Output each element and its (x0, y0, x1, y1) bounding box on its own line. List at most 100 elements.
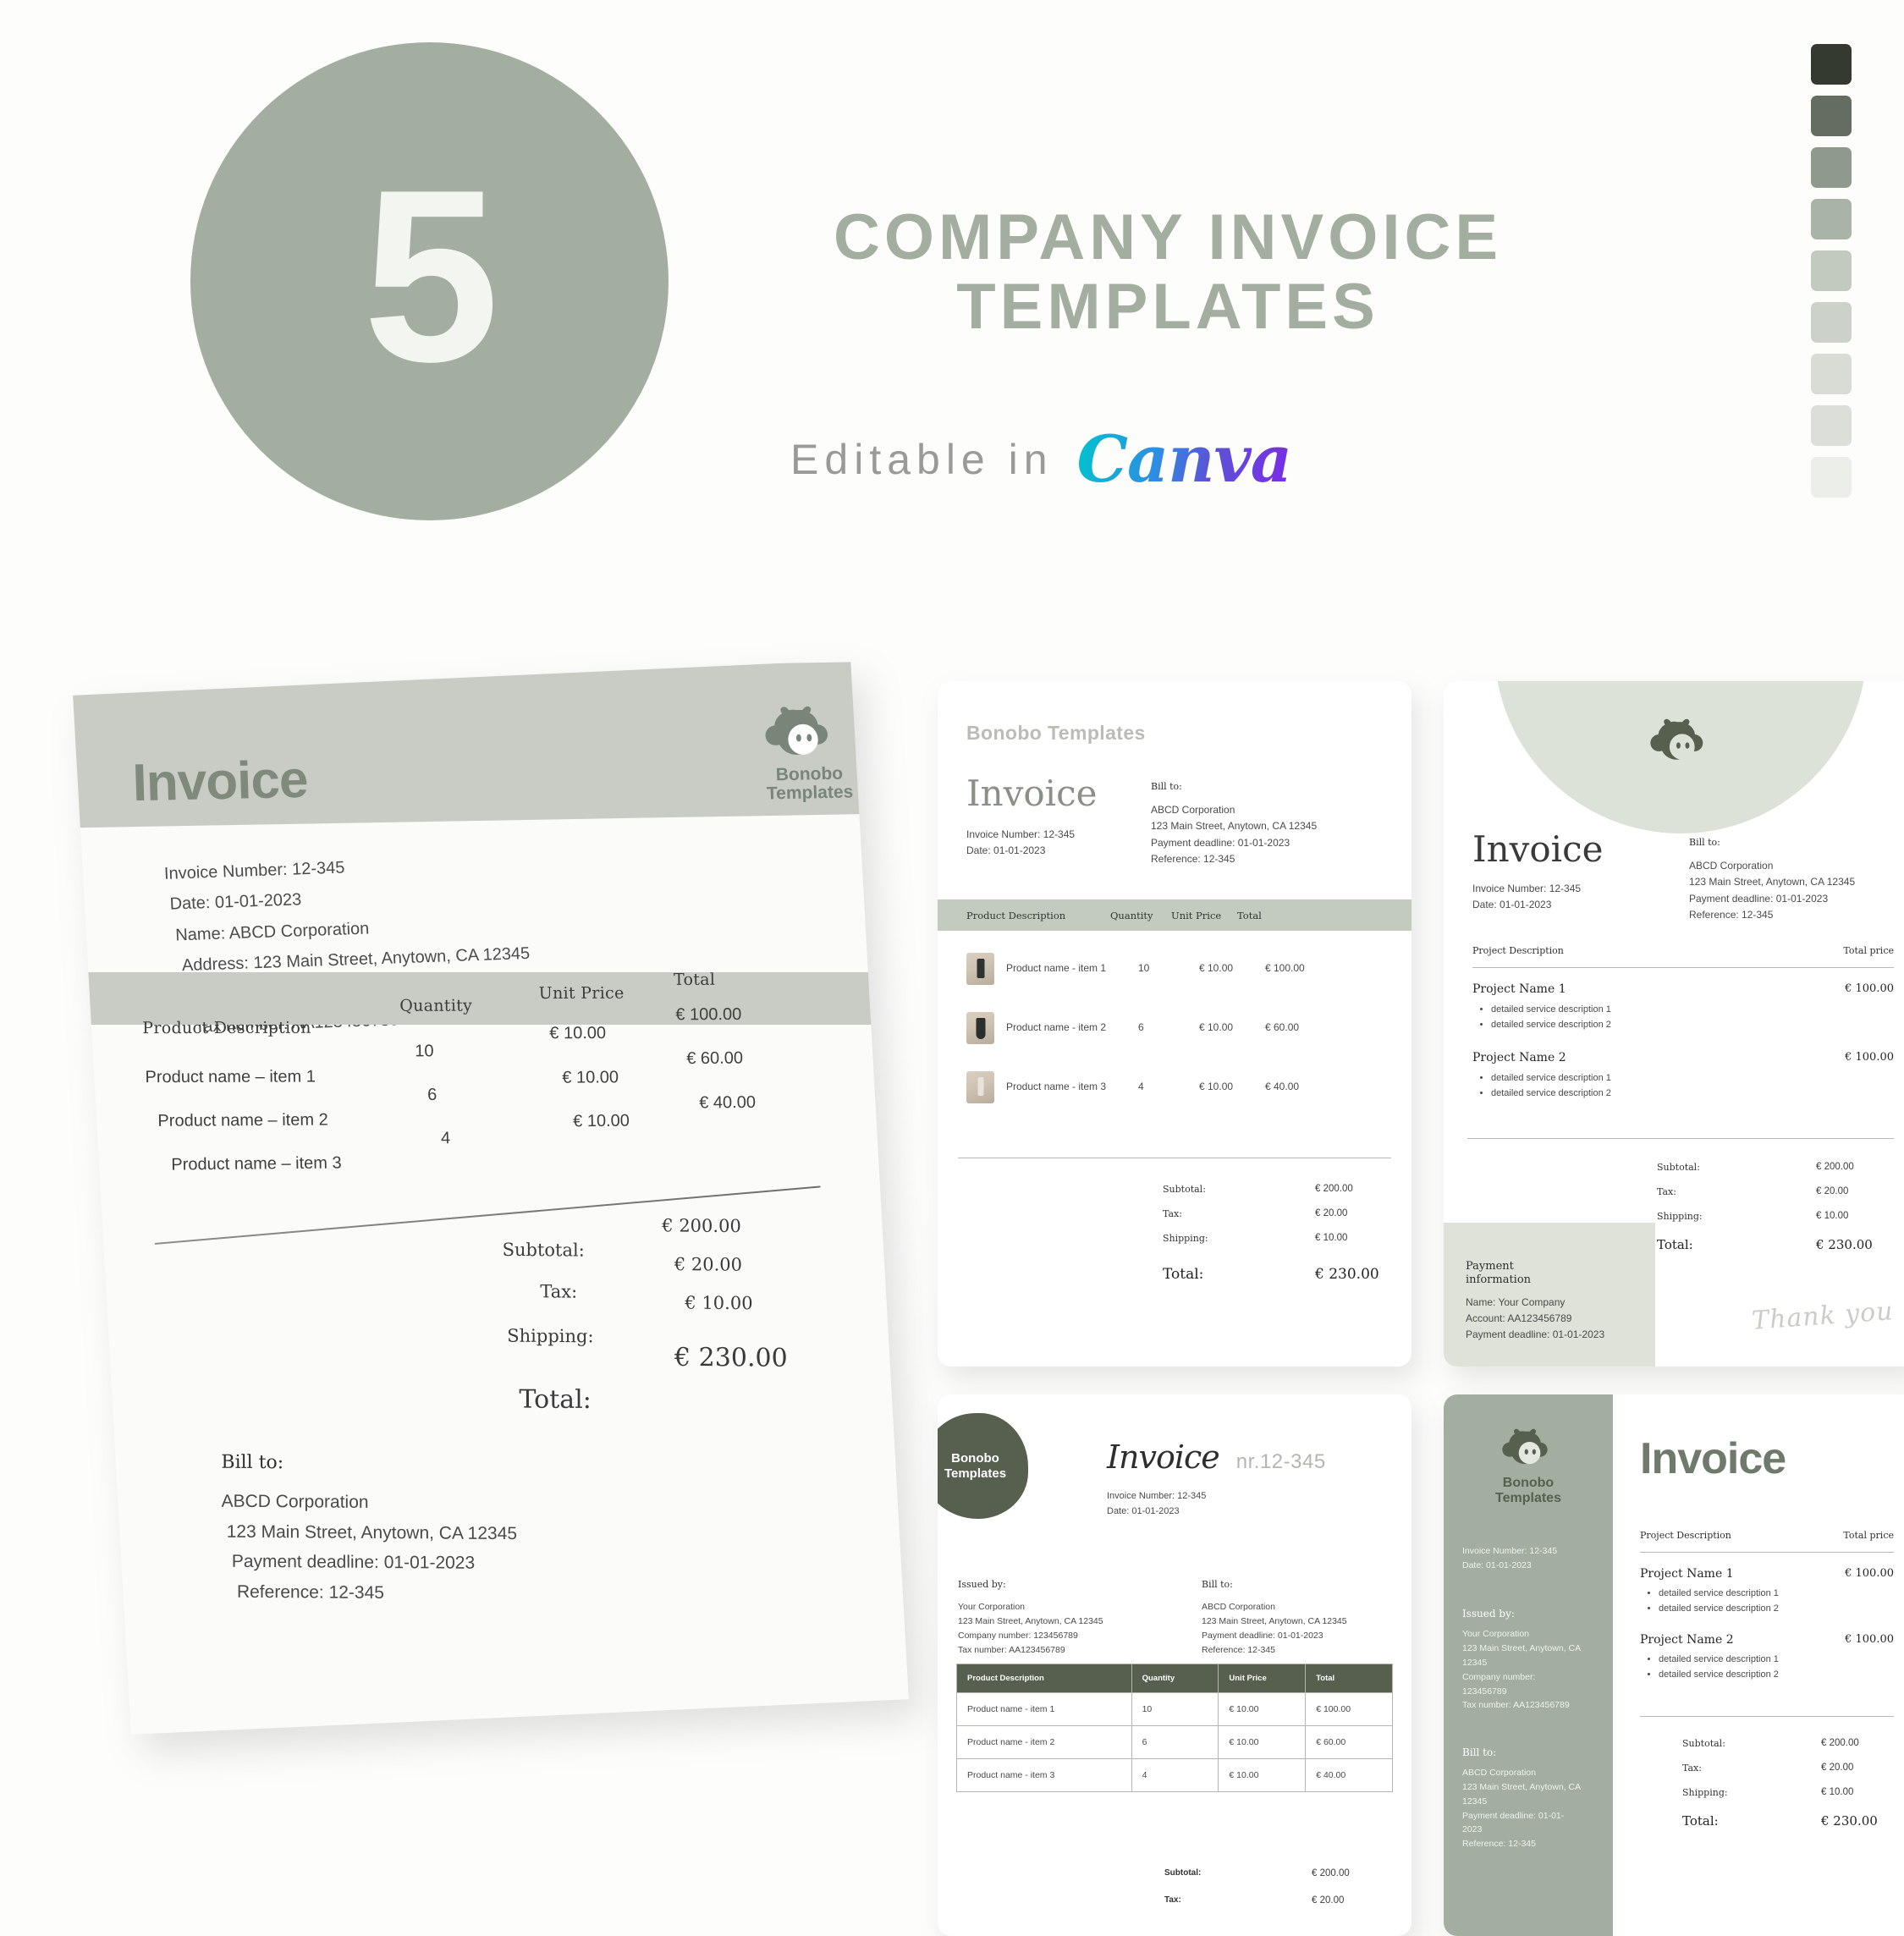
invoice-template-1[interactable]: Invoice Bonobo Templates Invoice Number:… (73, 660, 909, 1735)
bill-to-block: Bill to: ABCD Corporation 123 Main Stree… (1202, 1579, 1347, 1658)
subtotal-value: € 200.00 (1315, 1184, 1353, 1194)
tax-label: Tax: (1163, 1208, 1182, 1219)
bill-to-heading: Bill to: (1151, 781, 1182, 792)
project-1-name: Project Name 1 (1472, 982, 1566, 996)
row3-quantity: 4 (1131, 1759, 1219, 1791)
row2-unit-price: € 10.00 (562, 1068, 619, 1087)
row2-quantity: 6 (1138, 1021, 1144, 1034)
count-badge-circle: 5 (190, 42, 669, 520)
row1-unit-price: € 10.00 (549, 1024, 607, 1043)
issued-by-company-number-line-1: Company number: (1462, 1671, 1536, 1682)
tax-value: € 20.00 (1312, 1895, 1345, 1906)
bill-to-company: ABCD Corporation (1202, 1602, 1275, 1612)
subtotal-label: Subtotal: (1682, 1738, 1725, 1749)
bill-to-deadline: Payment deadline: 01-01-2023 (1151, 836, 1290, 849)
bill-to-block: Bill to: ABCD Corporation 123 Main Stree… (1689, 837, 1855, 924)
swatch-4 (1811, 199, 1852, 239)
shipping-value: € 10.00 (1816, 1211, 1849, 1221)
issued-by-address-line-1: 123 Main Street, Anytown, CA (1462, 1643, 1582, 1654)
issued-by-company-number-line-2: 123456789 (1462, 1686, 1507, 1697)
brand-line-2: Templates (766, 782, 854, 804)
table-row: Product name - item 3 4 € 10.00 € 40.00 (957, 1758, 1392, 1791)
row3-total: € 40.00 (1305, 1759, 1392, 1791)
row1-quantity: 10 (1131, 1693, 1219, 1725)
table-header-row: Product Description Quantity Unit Price … (957, 1664, 1392, 1692)
project-list: Project Name 1 € 100.00 detailed service… (1472, 982, 1894, 1101)
page-title: COMPANY INVOICE TEMPLATES (833, 201, 1503, 344)
swatch-7 (1811, 354, 1852, 394)
row1-quantity: 10 (1138, 962, 1150, 975)
shipping-label: Shipping: (507, 1325, 594, 1347)
row2-quantity: 6 (426, 1085, 437, 1105)
swatch-1 (1811, 44, 1852, 85)
bill-to-deadline: Payment deadline: 01-01-2023 (231, 1552, 476, 1574)
row1-total: € 100.00 (675, 1004, 742, 1025)
sidebar-panel: Bonobo Templates Invoice Number: 12-345 … (1444, 1394, 1613, 1936)
projects-divider-bottom (1640, 1716, 1894, 1717)
total-value: € 230.00 (674, 1342, 788, 1373)
row1-description: Product name – item 1 (145, 1067, 316, 1087)
col-header-quantity: Quantity (1131, 1664, 1219, 1692)
subtotal-label: Subtotal: (502, 1239, 585, 1261)
subtotal-value: € 200.00 (1312, 1868, 1350, 1878)
col-header-unit-price: Unit Price (538, 983, 625, 1003)
payment-info-account: Account: AA123456789 (1466, 1312, 1572, 1324)
shipping-label: Shipping: (1657, 1211, 1703, 1222)
table-row: Product name - item 2 6 € 10.00 € 60.00 (966, 1004, 1391, 1052)
subtotal-value: € 200.00 (662, 1215, 741, 1237)
invoice-template-4[interactable]: Bonobo Templates Invoice nr.12-345 Invoi… (938, 1394, 1411, 1936)
tax-label: Tax: (540, 1281, 578, 1302)
row3-unit-price: € 10.00 (572, 1111, 630, 1131)
invoice-heading: Invoice (1640, 1434, 1786, 1483)
subtotal-value: € 200.00 (1816, 1162, 1854, 1172)
tax-label: Tax: (1164, 1895, 1181, 1905)
thank-you-note: Thank you (1751, 1296, 1896, 1336)
project-2-price: € 100.00 (1845, 1633, 1894, 1647)
col-header-project-description: Project Description (1640, 1530, 1731, 1541)
bill-to-address-line-2: 12345 (1462, 1796, 1488, 1807)
col-header-product-description: Product Description (142, 1018, 311, 1038)
bill-to-block: Bill to: ABCD Corporation 123 Main Stree… (1462, 1746, 1594, 1851)
swatch-6 (1811, 302, 1852, 343)
invoice-template-3[interactable]: Invoice Invoice Number: 12-345 Date: 01-… (1444, 681, 1904, 1367)
line-items-table: Product Description Quantity Unit Price … (956, 1664, 1393, 1792)
issued-by-heading: Issued by: (958, 1579, 1006, 1590)
invoice-heading: Invoice (966, 773, 1098, 814)
row2-quantity: 6 (1131, 1726, 1219, 1758)
col-header-project-description: Project Description (1472, 945, 1564, 956)
subtotal-value: € 200.00 (1821, 1738, 1859, 1748)
brand-line-1: Bonobo (951, 1451, 999, 1466)
swatch-9 (1811, 457, 1852, 498)
payment-info-deadline: Payment deadline: 01-01-2023 (1466, 1328, 1605, 1341)
invoice-number: Invoice Number: 12-345 (966, 828, 1076, 840)
shipping-value: € 10.00 (685, 1292, 753, 1314)
project-item: Project Name 2 € 100.00 detailed service… (1472, 1051, 1894, 1101)
col-header-total: Total (1237, 909, 1262, 921)
payment-information-panel: Payment information Name: Your Company A… (1444, 1223, 1655, 1367)
col-header-unit-price: Unit Price (1218, 1664, 1305, 1692)
table-row: Product name - item 2 6 € 10.00 € 60.00 (957, 1725, 1392, 1758)
project-item: Project Name 2 € 100.00 detailed service… (1640, 1633, 1894, 1682)
invoice-heading: Invoice (131, 750, 309, 813)
invoice-template-5[interactable]: Bonobo Templates Invoice Number: 12-345 … (1444, 1394, 1904, 1936)
tax-value: € 20.00 (1816, 1186, 1849, 1196)
payment-info-heading: Payment information (1466, 1260, 1655, 1288)
col-header-product-description: Product Description (967, 1674, 1044, 1683)
invoice-meta-block: Invoice Number: 12-345 Date: 01-01-2023 (1462, 1544, 1594, 1573)
col-header-quantity: Quantity (399, 996, 473, 1015)
shipping-value: € 10.00 (1821, 1787, 1854, 1797)
col-header-quantity: Quantity (1110, 909, 1153, 921)
bill-to-deadline: Payment deadline: 01-01-2023 (1202, 1631, 1323, 1641)
table-row: Product name - item 3 4 € 10.00 € 40.00 (966, 1064, 1391, 1111)
total-label: Total: (1163, 1266, 1204, 1283)
bill-to-reference: Reference: 12-345 (1689, 909, 1774, 921)
brand-logo: Bonobo Templates (763, 705, 854, 804)
issued-by-heading: Issued by: (1462, 1608, 1515, 1620)
col-header-total: Total (1305, 1664, 1392, 1692)
project-1-name: Project Name 1 (1640, 1567, 1734, 1581)
invoice-template-2[interactable]: Bonobo Templates Invoice Invoice Number:… (938, 681, 1411, 1367)
project-2-bullet-2: detailed service description 2 (1491, 1086, 1894, 1102)
brand-logo-blob: Bonobo Templates (938, 1413, 1028, 1519)
bill-to-reference: Reference: 12-345 (236, 1581, 385, 1603)
tax-label: Tax: (1657, 1186, 1676, 1197)
